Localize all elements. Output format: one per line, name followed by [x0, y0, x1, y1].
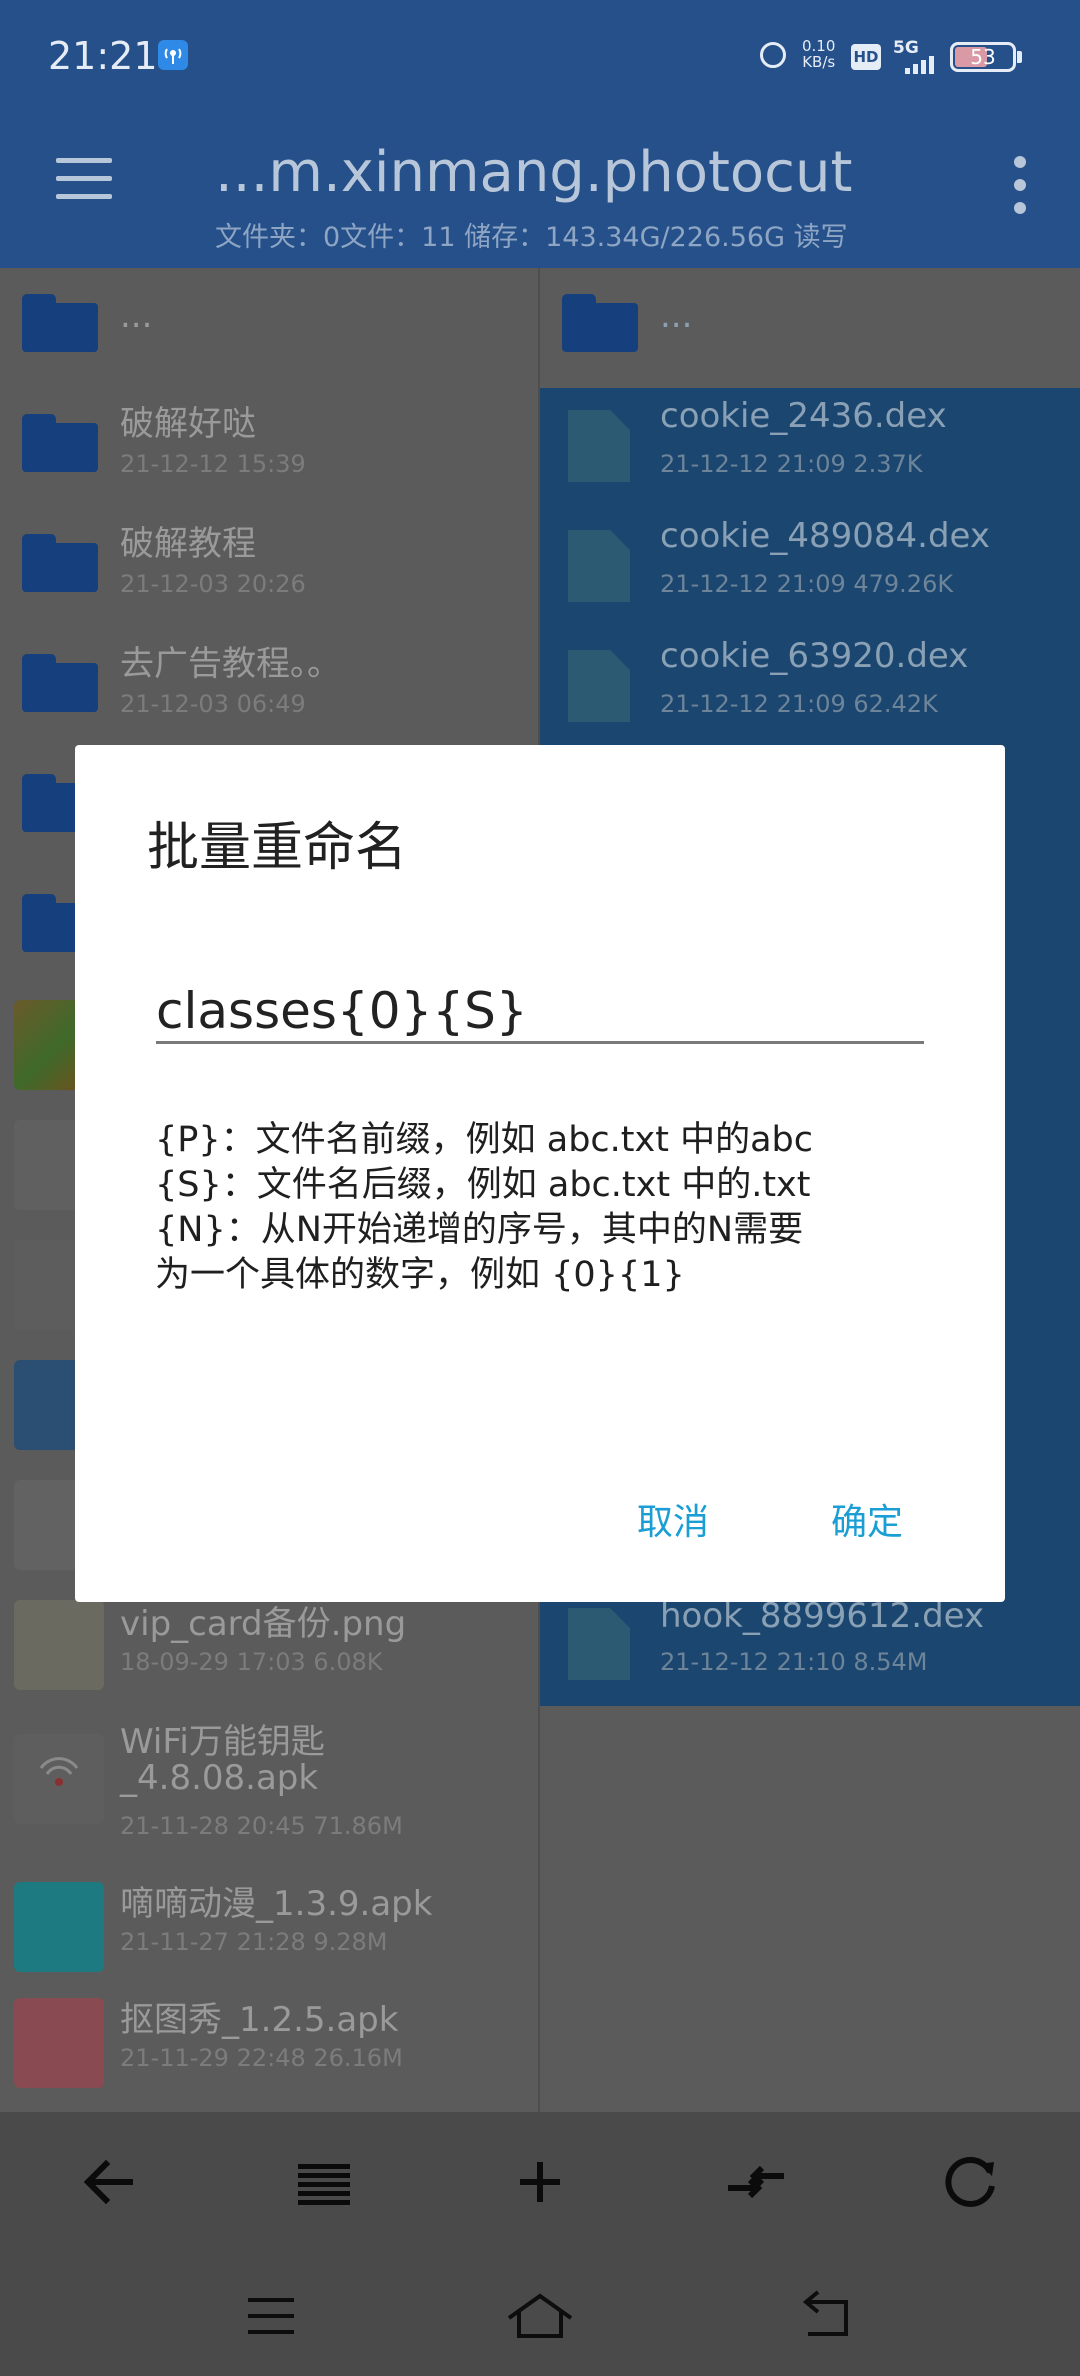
parent-folder-label: ... — [120, 296, 153, 336]
battery-tip — [1017, 51, 1022, 63]
alarm-icon — [760, 42, 786, 68]
battery-icon: 53 — [950, 42, 1016, 72]
item-name: 去广告教程。。 — [120, 644, 341, 684]
app-icon — [14, 1998, 104, 2088]
list-item[interactable]: 破解教程 21-12-03 20:26 — [0, 508, 538, 628]
item-name: 破解好哒 — [120, 404, 256, 444]
item-name: cookie_489084.dex — [660, 516, 990, 556]
folder-icon — [22, 414, 98, 472]
file-icon — [568, 410, 630, 482]
file-icon — [568, 1608, 630, 1680]
network-speed-unit: KB/s — [802, 53, 836, 71]
bottom-toolbar — [0, 2112, 1080, 2252]
help-line-number: {N}：从N开始递增的序号，其中的N需要 — [155, 1210, 804, 1250]
item-name: 破解教程 — [120, 524, 256, 564]
status-bar: 21:21 0.10 KB/s HD 5G 53 — [0, 0, 1080, 118]
hd-badge: HD — [851, 44, 881, 70]
hotspot-icon — [158, 40, 188, 70]
dialog-title: 批量重命名 — [147, 818, 408, 878]
signal-icon — [905, 56, 935, 74]
rename-help-text: {P}：文件名前缀，例如 abc.txt 中的abc {S}：文件名后缀，例如 … — [155, 1118, 945, 1298]
item-name: cookie_2436.dex — [660, 396, 947, 436]
item-meta: 21-12-12 21:09 479.26K — [660, 570, 954, 598]
item-name: cookie_63920.dex — [660, 636, 969, 676]
home-icon[interactable] — [505, 2288, 575, 2344]
list-item[interactable]: WiFi万能钥匙 _4.8.08.apk 21-11-28 20:45 71.8… — [0, 1706, 538, 1866]
folder-icon — [562, 294, 638, 352]
item-name-continued: _4.8.08.apk — [120, 1758, 319, 1798]
wifi-app-icon — [14, 1734, 104, 1824]
item-meta: 21-11-27 21:28 9.28M — [120, 1928, 388, 1956]
select-all-icon[interactable] — [284, 2142, 364, 2222]
app-title: ...m.xinmang.photocut — [215, 140, 853, 205]
item-name: vip_card备份.png — [120, 1604, 407, 1644]
cancel-button[interactable]: 取消 — [637, 1493, 709, 1545]
back-arrow-icon[interactable] — [68, 2142, 148, 2222]
help-line-number-cont: 为一个具体的数字，例如 {0}{1} — [155, 1255, 685, 1295]
network-speed-value: 0.10 — [802, 37, 836, 55]
list-item[interactable]: vip_card备份.png 18-09-29 17:03 6.08K — [0, 1586, 538, 1706]
file-icon — [568, 530, 630, 602]
status-time: 21:21 — [48, 34, 158, 78]
list-item[interactable]: cookie_2436.dex 21-12-12 21:09 2.37K — [540, 388, 1080, 508]
battery-level: 53 — [970, 45, 996, 69]
swap-panes-icon[interactable] — [716, 2142, 796, 2222]
batch-rename-dialog: 批量重命名 {P}：文件名前缀，例如 abc.txt 中的abc {S}：文件名… — [75, 745, 1005, 1602]
list-item[interactable]: 破解好哒 21-12-12 15:39 — [0, 388, 538, 508]
item-meta: 21-12-03 20:26 — [120, 570, 306, 598]
item-meta: 18-09-29 17:03 6.08K — [120, 1648, 383, 1676]
folder-icon — [22, 294, 98, 352]
recent-apps-icon[interactable] — [236, 2288, 306, 2344]
help-line-prefix: {P}：文件名前缀，例如 abc.txt 中的abc — [155, 1120, 813, 1160]
help-line-suffix: {S}：文件名后缀，例如 abc.txt 中的.txt — [155, 1165, 811, 1205]
parent-folder-label: ... — [660, 296, 693, 336]
storage-info: 文件夹：0文件：11 储存：143.34G/226.56G 读写 — [215, 222, 848, 253]
list-item[interactable]: cookie_489084.dex 21-12-12 21:09 479.26K — [540, 508, 1080, 628]
app-header: 21:21 0.10 KB/s HD 5G 53 ...m.xinmang.ph… — [0, 0, 1080, 268]
menu-icon[interactable] — [56, 158, 112, 200]
item-meta: 21-12-03 06:49 — [120, 690, 306, 718]
item-meta: 21-12-12 21:09 62.42K — [660, 690, 938, 718]
image-thumbnail — [14, 1600, 104, 1690]
parent-folder-row[interactable]: ... — [540, 268, 1080, 388]
file-icon — [568, 650, 630, 722]
item-name: 嘀嘀动漫_1.3.9.apk — [120, 1884, 433, 1924]
more-options-icon[interactable] — [1008, 156, 1032, 214]
item-meta: 21-11-28 20:45 71.86M — [120, 1812, 403, 1840]
item-meta: 21-11-29 22:48 26.16M — [120, 2044, 403, 2072]
item-name: 抠图秀_1.2.5.apk — [120, 2000, 399, 2040]
rename-pattern-input[interactable] — [156, 981, 924, 1044]
add-icon[interactable] — [500, 2142, 580, 2222]
list-item[interactable]: hook_8899612.dex 21-12-12 21:10 8.54M — [540, 1586, 1080, 1706]
list-item[interactable]: 嘀嘀动漫_1.3.9.apk 21-11-27 21:28 9.28M — [0, 1866, 538, 1986]
back-nav-icon[interactable] — [790, 2288, 860, 2344]
refresh-icon[interactable] — [932, 2142, 1012, 2222]
item-name: WiFi万能钥匙 — [120, 1722, 325, 1762]
folder-icon — [22, 534, 98, 592]
list-item[interactable]: cookie_63920.dex 21-12-12 21:09 62.42K — [540, 628, 1080, 748]
app-icon — [14, 1882, 104, 1972]
confirm-button[interactable]: 确定 — [831, 1493, 903, 1545]
item-meta: 21-12-12 21:10 8.54M — [660, 1648, 928, 1676]
item-meta: 21-12-12 21:09 2.37K — [660, 450, 923, 478]
item-meta: 21-12-12 15:39 — [120, 450, 306, 478]
item-name: hook_8899612.dex — [660, 1596, 985, 1636]
folder-icon — [22, 654, 98, 712]
network-type-label: 5G — [893, 38, 919, 58]
list-item[interactable]: 去广告教程。。 21-12-03 06:49 — [0, 628, 538, 748]
parent-folder-row[interactable]: ... — [0, 268, 538, 388]
list-item[interactable]: 抠图秀_1.2.5.apk 21-11-29 22:48 26.16M — [0, 1986, 538, 2106]
system-nav-bar — [0, 2252, 1080, 2376]
network-speed: 0.10 KB/s — [802, 38, 835, 70]
